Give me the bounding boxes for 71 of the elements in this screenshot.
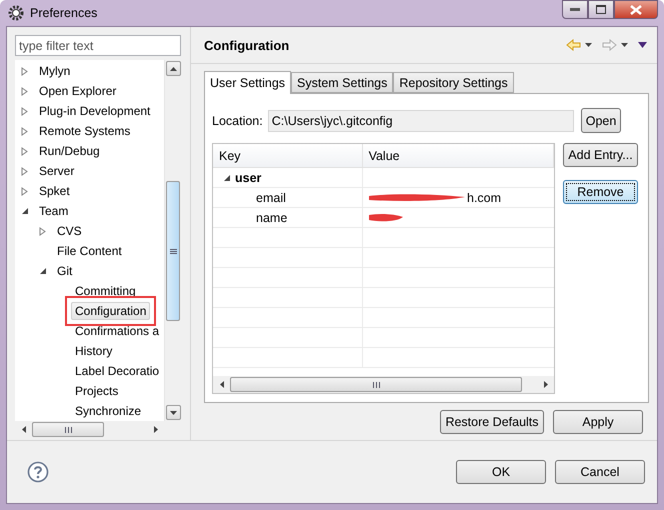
tree-item[interactable]: Git — [53, 262, 76, 280]
dropdown-icon[interactable] — [621, 42, 628, 48]
tab[interactable]: Repository Settings — [393, 72, 514, 93]
open-button[interactable]: Open — [580, 108, 622, 133]
tree-item[interactable]: Label Decoratio — [71, 362, 164, 380]
tree-item[interactable]: Remote Systems — [35, 122, 134, 140]
scroll-right-icon[interactable] — [544, 381, 548, 388]
column-header[interactable]: Key — [213, 144, 363, 167]
tree-item[interactable]: Open Explorer — [35, 82, 120, 100]
window-title: Preferences — [30, 6, 98, 20]
page-button[interactable]: Restore Defaults — [440, 410, 544, 434]
tree-item[interactable]: Mylyn — [35, 62, 74, 80]
side-button[interactable]: Remove — [563, 180, 638, 204]
table-cell: user — [235, 170, 262, 184]
close-icon[interactable] — [630, 4, 642, 14]
tree-item[interactable]: Server — [35, 162, 78, 180]
tree-item[interactable]: Spket — [35, 182, 74, 200]
maximize-icon[interactable] — [596, 5, 606, 14]
tab[interactable]: System Settings — [291, 72, 394, 93]
dialog-button[interactable]: OK — [456, 460, 546, 484]
table-cell: name — [256, 210, 288, 224]
collapsed-icon[interactable] — [21, 66, 29, 76]
view-menu-icon[interactable] — [638, 42, 647, 48]
scroll-thumb[interactable] — [166, 181, 180, 321]
collapsed-icon[interactable] — [21, 106, 29, 116]
tree-item[interactable]: File Content — [53, 242, 126, 260]
page-button[interactable]: Apply — [553, 410, 643, 434]
tree-item[interactable]: Committing — [71, 282, 140, 300]
tree-item[interactable]: Synchronize — [71, 402, 146, 420]
page-title: Configuration — [204, 38, 290, 52]
table-cell: email — [256, 190, 286, 204]
help-icon[interactable] — [27, 461, 49, 483]
tree-item[interactable]: Team — [35, 202, 72, 220]
scroll-up-button[interactable] — [166, 61, 181, 76]
tree-item[interactable]: Run/Debug — [35, 142, 104, 160]
gear-icon — [8, 5, 24, 21]
tree-item[interactable]: Projects — [71, 382, 122, 400]
scroll-up-icon[interactable] — [170, 66, 177, 70]
scroll-left-icon[interactable] — [220, 381, 224, 388]
location-field[interactable]: C:\Users\jyc\.gitconfig — [268, 110, 574, 132]
tab[interactable]: User Settings — [204, 71, 292, 94]
maximize-button[interactable] — [588, 0, 614, 19]
scroll-thumb[interactable] — [32, 422, 104, 437]
tree-item[interactable]: Confirmations a — [71, 322, 164, 340]
collapsed-icon[interactable] — [21, 186, 29, 196]
tree-item[interactable]: Plug-in Development — [35, 102, 154, 120]
side-button[interactable]: Add Entry... — [563, 143, 638, 167]
collapsed-icon[interactable] — [21, 86, 29, 96]
scroll-right-icon[interactable] — [154, 426, 158, 433]
filter-field[interactable]: type filter text — [15, 35, 181, 56]
scroll-left-icon[interactable] — [22, 426, 26, 433]
tree-item[interactable]: CVS — [53, 222, 86, 240]
tree-item[interactable]: Configuration — [71, 302, 150, 320]
collapsed-icon[interactable] — [21, 126, 29, 136]
column-header[interactable]: Value — [362, 144, 554, 167]
minimize-button[interactable] — [562, 0, 588, 19]
collapsed-icon[interactable] — [21, 146, 29, 156]
dropdown-icon[interactable] — [585, 42, 592, 48]
location-label: Location: — [212, 114, 263, 128]
dialog-button[interactable]: Cancel — [555, 460, 645, 484]
expanded-icon[interactable] — [21, 207, 29, 215]
collapsed-icon[interactable] — [39, 226, 47, 236]
table-cell: h.com — [467, 190, 502, 204]
tree-item[interactable]: History — [71, 342, 116, 360]
expanded-icon[interactable] — [223, 174, 231, 182]
scroll-down-icon[interactable] — [170, 410, 177, 414]
close-button[interactable] — [614, 0, 658, 19]
scroll-thumb[interactable] — [230, 377, 522, 392]
expanded-icon[interactable] — [39, 267, 47, 275]
collapsed-icon[interactable] — [21, 166, 29, 176]
scroll-down-button[interactable] — [166, 405, 181, 420]
